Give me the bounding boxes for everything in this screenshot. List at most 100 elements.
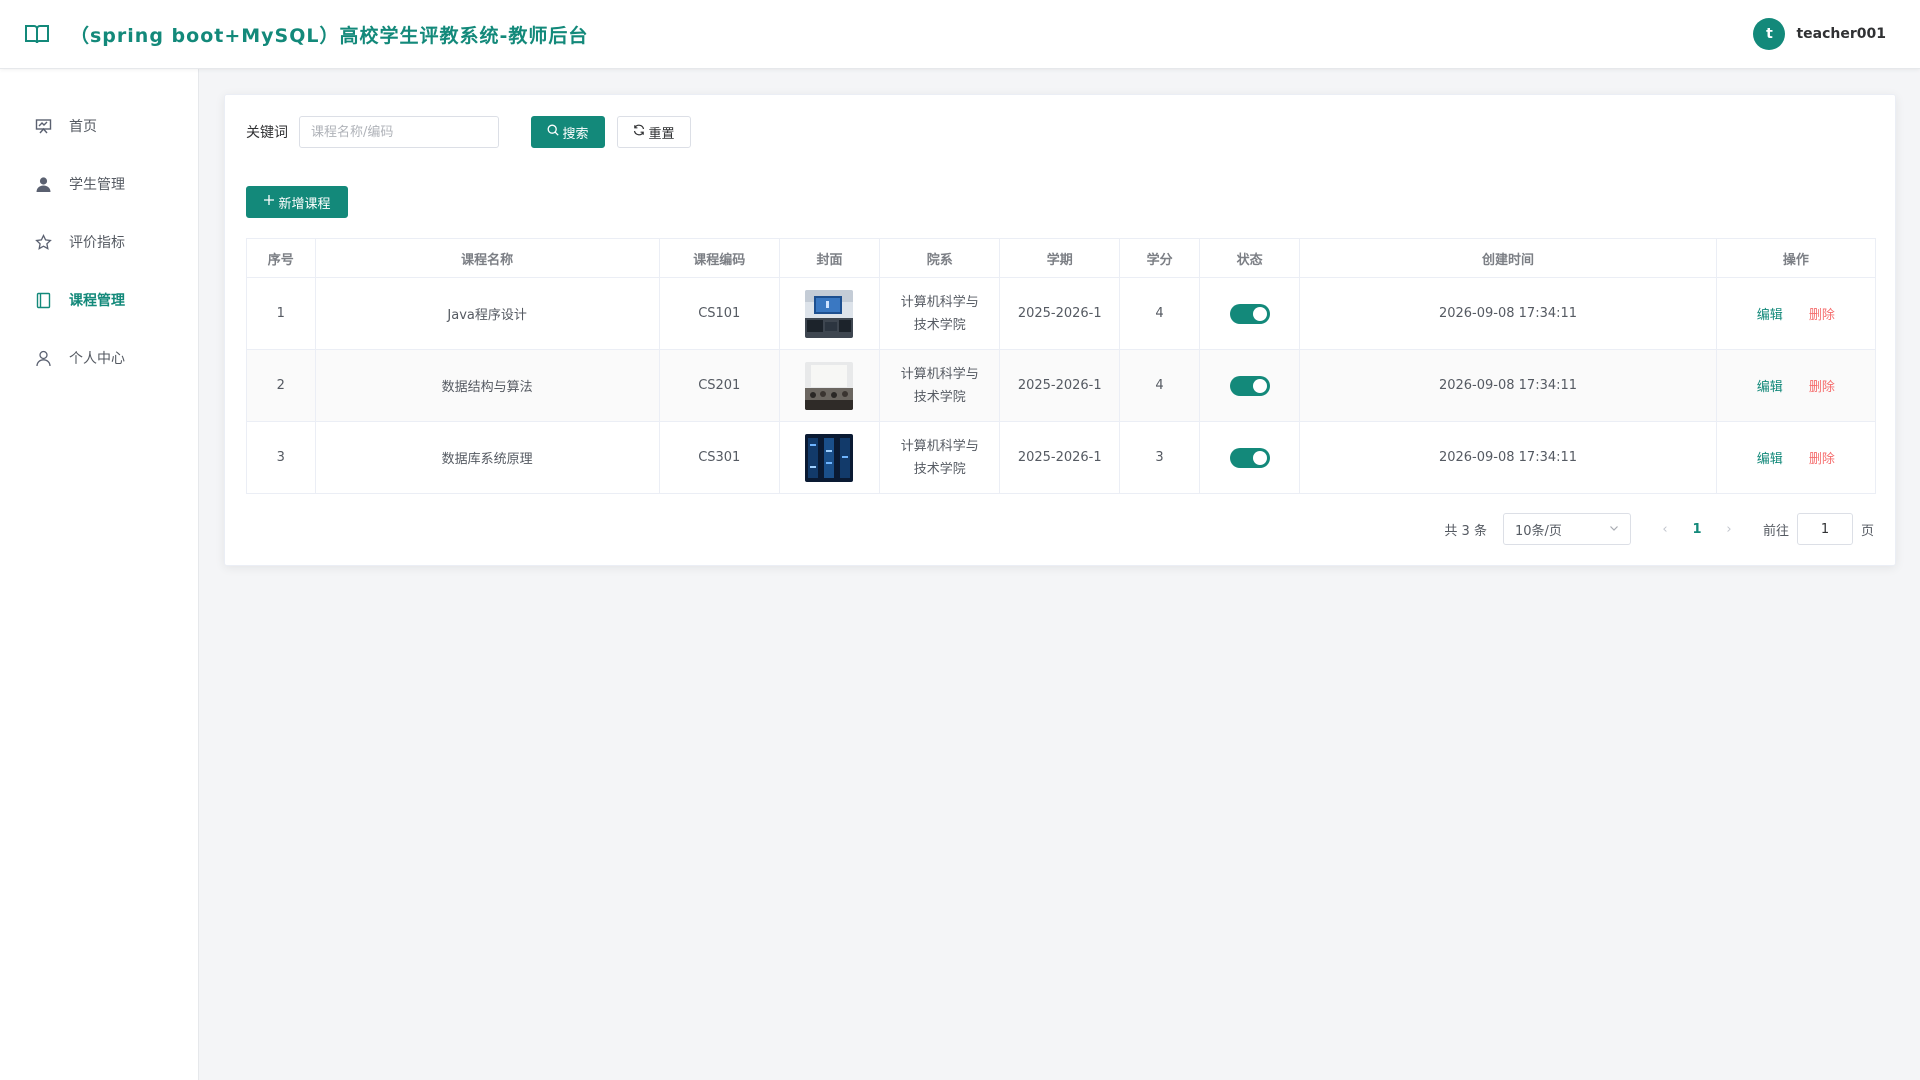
status-toggle[interactable] [1229, 303, 1270, 324]
page-suffix-label: 页 [1860, 523, 1874, 539]
department-line: 技术学院 [913, 317, 966, 333]
department-line: 计算机科学与 [900, 294, 979, 310]
credit: 4 [1119, 277, 1200, 350]
book-icon [35, 292, 52, 309]
reset-button[interactable]: 重置 [617, 116, 691, 148]
prev-page-icon[interactable]: ‹ [1653, 522, 1677, 537]
search-icon [547, 124, 560, 140]
created-time: 2026-09-08 17:34:11 [1299, 349, 1717, 422]
sidebar-item-students[interactable]: 学生管理 [0, 155, 198, 213]
classroom-monitor-image[interactable] [805, 289, 854, 338]
goto-page-input[interactable]: 1 [1796, 513, 1853, 545]
status-cell [1198, 349, 1301, 422]
department-line: 技术学院 [913, 389, 966, 405]
status-cell [1198, 421, 1301, 494]
row-index: 2 [246, 349, 316, 422]
course-management-card: 关键词 搜索 重置 新增课程 [224, 94, 1896, 566]
credit: 4 [1119, 349, 1200, 422]
edit-button[interactable]: 编辑 [1757, 452, 1783, 467]
lecture-hall-image[interactable] [805, 361, 854, 410]
page-size-select[interactable]: 10条/页 [1502, 513, 1631, 545]
reset-button-label: 重置 [648, 126, 675, 142]
status-cell [1198, 277, 1301, 350]
column-header: 操作 [1715, 238, 1877, 278]
sidebar-item-label: 课程管理 [69, 293, 125, 309]
avatar[interactable]: t [1753, 18, 1786, 50]
username[interactable]: teacher001 [1796, 26, 1886, 42]
user-outline-icon [35, 350, 52, 367]
sidebar-item-label: 学生管理 [69, 177, 125, 193]
user-filled-icon [35, 176, 52, 193]
star-outline-icon [35, 233, 52, 251]
server-room-image[interactable] [805, 433, 854, 482]
course-name: 数据库系统原理 [314, 421, 660, 494]
cover-cell [778, 349, 881, 422]
edit-button[interactable]: 编辑 [1757, 308, 1783, 323]
next-page-icon[interactable]: › [1717, 522, 1741, 537]
department: 计算机科学与 技术学院 [879, 421, 1001, 494]
department-line: 计算机科学与 [900, 438, 979, 454]
column-header: 院系 [879, 238, 1001, 278]
course-name: Java程序设计 [314, 277, 660, 350]
user-menu[interactable]: t teacher001 [1753, 18, 1886, 50]
status-toggle[interactable] [1229, 447, 1270, 468]
sidebar-item-label: 评价指标 [69, 235, 125, 251]
open-book-icon [24, 23, 50, 45]
search-form: 关键词 搜索 重置 [246, 116, 691, 148]
table-row: 2 数据结构与算法 CS201 计算机科学与 技术学院 2025-2026-1 … [246, 349, 1877, 422]
row-index: 3 [246, 421, 316, 494]
sidebar-item-indicators[interactable]: 评价指标 [0, 213, 198, 271]
column-header: 创建时间 [1299, 238, 1717, 278]
goto-label: 前往 [1762, 523, 1789, 539]
course-name: 数据结构与算法 [314, 349, 660, 422]
total-count: 共 3 条 [1444, 523, 1487, 539]
department: 计算机科学与 技术学院 [879, 277, 1001, 350]
term: 2025-2026-1 [999, 421, 1121, 494]
keyword-input[interactable] [299, 116, 499, 148]
cover-cell [778, 421, 881, 494]
add-course-label: 新增课程 [278, 196, 331, 212]
column-header: 学分 [1119, 238, 1200, 278]
delete-button[interactable]: 删除 [1809, 452, 1835, 467]
sidebar-item-profile[interactable]: 个人中心 [0, 329, 198, 387]
chevron-down-icon [1609, 522, 1619, 537]
delete-button[interactable]: 删除 [1809, 308, 1835, 323]
brand: （spring boot+MySQL）高校学生评教系统-教师后台 [24, 21, 588, 48]
table-row: 3 数据库系统原理 CS301 计算机科学与 技术学院 2025-2026-1 … [246, 421, 1877, 494]
edit-button[interactable]: 编辑 [1757, 380, 1783, 395]
page-number-current[interactable]: 1 [1677, 522, 1717, 537]
search-button-label: 搜索 [562, 126, 589, 142]
cover-cell [778, 277, 881, 350]
term: 2025-2026-1 [999, 349, 1121, 422]
app-title: （spring boot+MySQL）高校学生评教系统-教师后台 [70, 24, 589, 47]
column-header: 课程编码 [658, 238, 780, 278]
delete-button[interactable]: 删除 [1809, 380, 1835, 395]
add-course-button[interactable]: 新增课程 [246, 186, 348, 218]
sidebar-item-home[interactable]: 首页 [0, 97, 198, 155]
refresh-icon [633, 124, 645, 140]
column-header: 课程名称 [314, 238, 660, 278]
actions-cell: 编辑 删除 [1715, 421, 1877, 494]
search-button[interactable]: 搜索 [531, 116, 605, 148]
column-header: 封面 [778, 238, 881, 278]
department-line: 技术学院 [913, 461, 966, 477]
column-header: 学期 [999, 238, 1121, 278]
column-header: 序号 [246, 238, 316, 278]
sidebar-item-courses[interactable]: 课程管理 [0, 271, 198, 329]
table-header-row: 序号 课程名称 课程编码 封面 院系 学期 学分 状态 创建时间 操作 [246, 238, 1877, 278]
sidebar: 首页 学生管理 评价指标 课程管理 个人中心 [0, 69, 199, 1080]
department: 计算机科学与 技术学院 [879, 349, 1001, 422]
created-time: 2026-09-08 17:34:11 [1299, 421, 1717, 494]
plus-icon [263, 194, 275, 210]
pagination: 共 3 条 10条/页 ‹ 1 › 前往 1 页 [1444, 513, 1874, 545]
actions-cell: 编辑 删除 [1715, 349, 1877, 422]
column-header: 状态 [1198, 238, 1301, 278]
sidebar-item-label: 个人中心 [69, 351, 125, 367]
course-code: CS301 [658, 421, 780, 494]
credit: 3 [1119, 421, 1200, 494]
term: 2025-2026-1 [999, 277, 1121, 350]
department-line: 计算机科学与 [900, 366, 979, 382]
row-index: 1 [246, 277, 316, 350]
status-toggle[interactable] [1229, 375, 1270, 396]
table-row: 1 Java程序设计 CS101 计算机科学与 技术学院 2025-2026-1… [246, 277, 1877, 350]
